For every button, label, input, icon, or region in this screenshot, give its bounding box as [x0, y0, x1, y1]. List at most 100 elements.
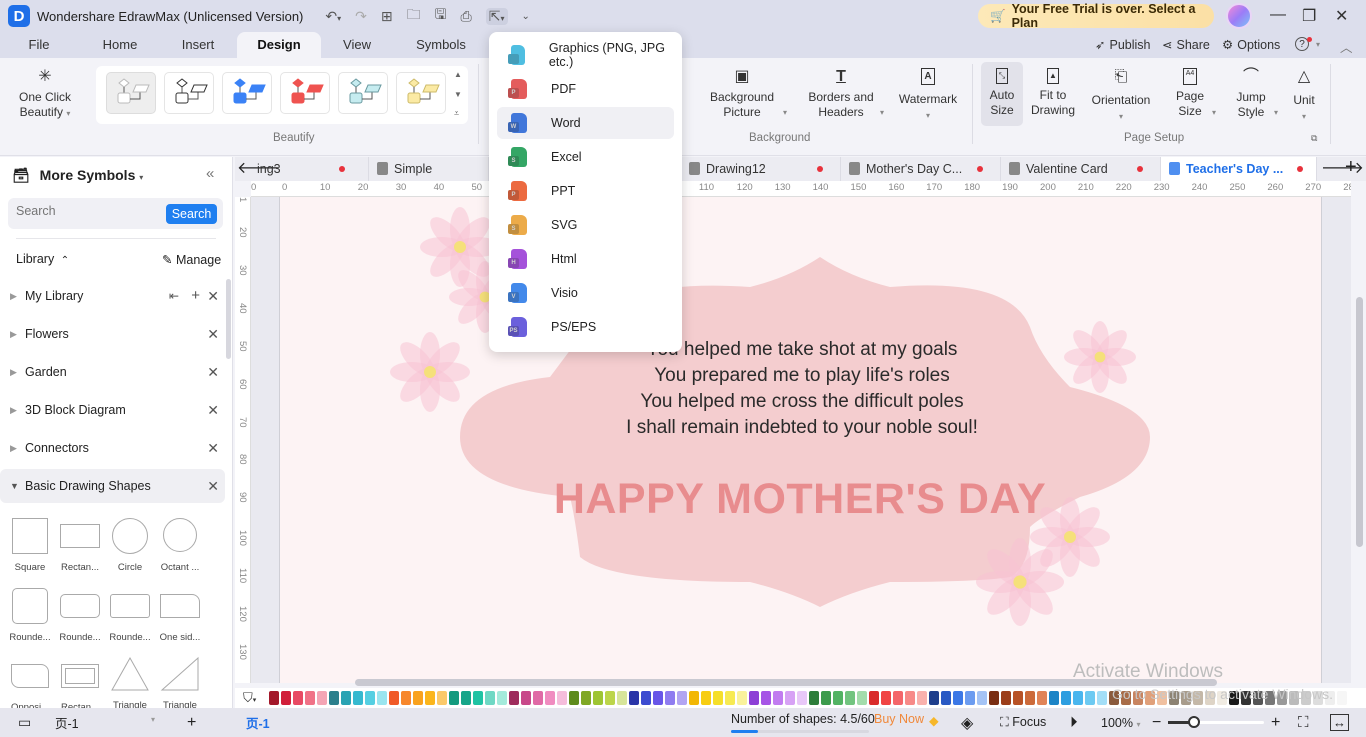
color-swatch[interactable] — [329, 691, 339, 705]
page-size-dropdown[interactable]: ▾ — [1212, 108, 1216, 117]
drawing-page[interactable]: You helped me take shot at my goals You … — [279, 197, 1322, 683]
color-swatch[interactable] — [1073, 691, 1083, 705]
export-option-graphics-png-jpg-etc[interactable]: Graphics (PNG, JPG etc.) — [497, 39, 674, 71]
color-swatch[interactable] — [761, 691, 771, 705]
color-swatch[interactable] — [773, 691, 783, 705]
color-swatch[interactable] — [1097, 691, 1107, 705]
color-swatch[interactable] — [437, 691, 447, 705]
shape-triangle[interactable]: Triangle — [105, 656, 155, 711]
page-setup-dialog-launcher[interactable]: ⧉ — [1311, 133, 1317, 144]
doc-tab-mothers-day[interactable]: Mother's Day C... — [841, 157, 1001, 181]
color-swatch[interactable] — [917, 691, 927, 705]
color-swatch[interactable] — [1037, 691, 1047, 705]
export-option-ps-eps[interactable]: PS PS/EPS — [497, 311, 674, 343]
library-item-garden[interactable]: ▶ Garden ✕ — [0, 355, 225, 389]
export-icon[interactable]: ⇱▾ — [485, 7, 508, 25]
play-icon[interactable]: ⏵ — [1070, 714, 1078, 731]
color-swatch[interactable] — [569, 691, 579, 705]
collapse-ribbon-icon[interactable]: ︿ — [1340, 37, 1353, 56]
color-swatch[interactable] — [941, 691, 951, 705]
export-option-svg[interactable]: S SVG — [497, 209, 674, 241]
color-swatch[interactable] — [533, 691, 543, 705]
color-swatch[interactable] — [857, 691, 867, 705]
library-item-my-library[interactable]: ▶ My Library ⇤ + ✕ — [0, 279, 225, 313]
color-swatch[interactable] — [677, 691, 687, 705]
export-option-pdf[interactable]: P PDF — [497, 73, 674, 105]
color-swatch[interactable] — [629, 691, 639, 705]
borders-dropdown[interactable]: ▾ — [880, 108, 884, 117]
shape-opposite-rounded[interactable]: Opposi... — [5, 658, 55, 713]
menu-tab-design[interactable]: Design — [237, 32, 321, 58]
background-picture-button[interactable]: ▣ Background Picture — [706, 68, 778, 120]
close-library-icon[interactable]: ✕ — [207, 469, 219, 503]
import-icon[interactable]: ⇤ — [169, 279, 179, 313]
color-swatch[interactable] — [605, 691, 615, 705]
gallery-expand[interactable]: ⩡ — [454, 108, 459, 119]
orientation-button[interactable]: ⎗ Orientation ▾ — [1088, 68, 1154, 124]
shape-rounded-square[interactable]: Rounde... — [5, 588, 55, 643]
color-swatch[interactable] — [809, 691, 819, 705]
manage-button[interactable]: ✎ Manage — [162, 252, 221, 267]
color-swatch[interactable] — [617, 691, 627, 705]
close-window-button[interactable]: ✕ — [1335, 6, 1348, 26]
symbol-search-input[interactable] — [16, 204, 156, 218]
close-library-icon[interactable]: ✕ — [207, 393, 219, 427]
watermark-button[interactable]: A Watermark ▾ — [895, 68, 961, 123]
color-swatch[interactable] — [1025, 691, 1035, 705]
color-swatch[interactable] — [1013, 691, 1023, 705]
gallery-scroll-up[interactable]: ▲ — [454, 70, 462, 79]
color-swatch[interactable] — [353, 691, 363, 705]
color-swatch[interactable] — [749, 691, 759, 705]
drawing-canvas[interactable]: You helped me take shot at my goals You … — [251, 197, 1351, 683]
focus-button[interactable]: ⛶ Focus — [1000, 715, 1046, 730]
color-swatch[interactable] — [461, 691, 471, 705]
fullscreen-icon[interactable]: ⛶ — [1298, 714, 1309, 731]
color-swatch[interactable] — [701, 691, 711, 705]
color-swatch[interactable] — [1085, 691, 1095, 705]
color-swatch[interactable] — [377, 691, 387, 705]
close-library-icon[interactable]: ✕ — [207, 279, 219, 313]
new-tab-button[interactable]: + — [1345, 155, 1357, 179]
beautify-style-6[interactable] — [396, 72, 446, 114]
shape-one-side-rounded[interactable]: One sid... — [155, 588, 205, 643]
gallery-scroll-down[interactable]: ▼ — [454, 90, 462, 99]
color-swatch[interactable] — [281, 691, 291, 705]
color-swatch[interactable] — [713, 691, 723, 705]
menu-tab-insert[interactable]: Insert — [172, 32, 224, 58]
beautify-style-3[interactable] — [222, 72, 272, 114]
minimize-button[interactable]: — — [1270, 6, 1286, 24]
publish-button[interactable]: ➶ Publish — [1095, 37, 1150, 53]
close-library-icon[interactable]: ✕ — [207, 317, 219, 351]
beautify-style-2[interactable] — [164, 72, 214, 114]
bg-picture-dropdown[interactable]: ▾ — [783, 108, 787, 117]
share-button[interactable]: ⋖ Share — [1162, 37, 1210, 53]
zoom-slider-handle[interactable] — [1188, 716, 1200, 728]
zoom-in-button[interactable]: + — [1271, 714, 1280, 732]
color-swatch[interactable] — [1337, 691, 1347, 705]
color-swatch[interactable] — [977, 691, 987, 705]
sidebar-scrollbar[interactable] — [226, 279, 231, 359]
color-swatch[interactable] — [725, 691, 735, 705]
add-page-button[interactable]: + — [187, 714, 196, 732]
color-swatch[interactable] — [401, 691, 411, 705]
color-swatch[interactable] — [293, 691, 303, 705]
user-avatar[interactable] — [1226, 3, 1252, 29]
color-swatch[interactable] — [737, 691, 747, 705]
color-swatch[interactable] — [269, 691, 279, 705]
color-swatch[interactable] — [905, 691, 915, 705]
collapse-sidebar-icon[interactable]: « — [206, 165, 214, 182]
free-trial-banner[interactable]: 🛒 Your Free Trial is over. Select a Plan — [978, 2, 1214, 30]
color-swatch[interactable] — [965, 691, 975, 705]
color-swatch[interactable] — [593, 691, 603, 705]
color-swatch[interactable] — [389, 691, 399, 705]
menu-tab-home[interactable]: Home — [94, 32, 146, 58]
color-swatch[interactable] — [953, 691, 963, 705]
color-swatch[interactable] — [653, 691, 663, 705]
fill-bucket-icon[interactable]: ⛉▾ — [243, 690, 269, 706]
unit-button[interactable]: △ Unit ▾ — [1288, 68, 1320, 124]
color-swatch[interactable] — [881, 691, 891, 705]
doc-tab-simple-flowchart[interactable]: Simple Flowchart — [369, 157, 489, 200]
color-swatch[interactable] — [665, 691, 675, 705]
page-thumbnails-icon[interactable]: ▭ — [18, 714, 31, 731]
doc-tab-drawing3[interactable]: ing3 — [249, 157, 369, 181]
